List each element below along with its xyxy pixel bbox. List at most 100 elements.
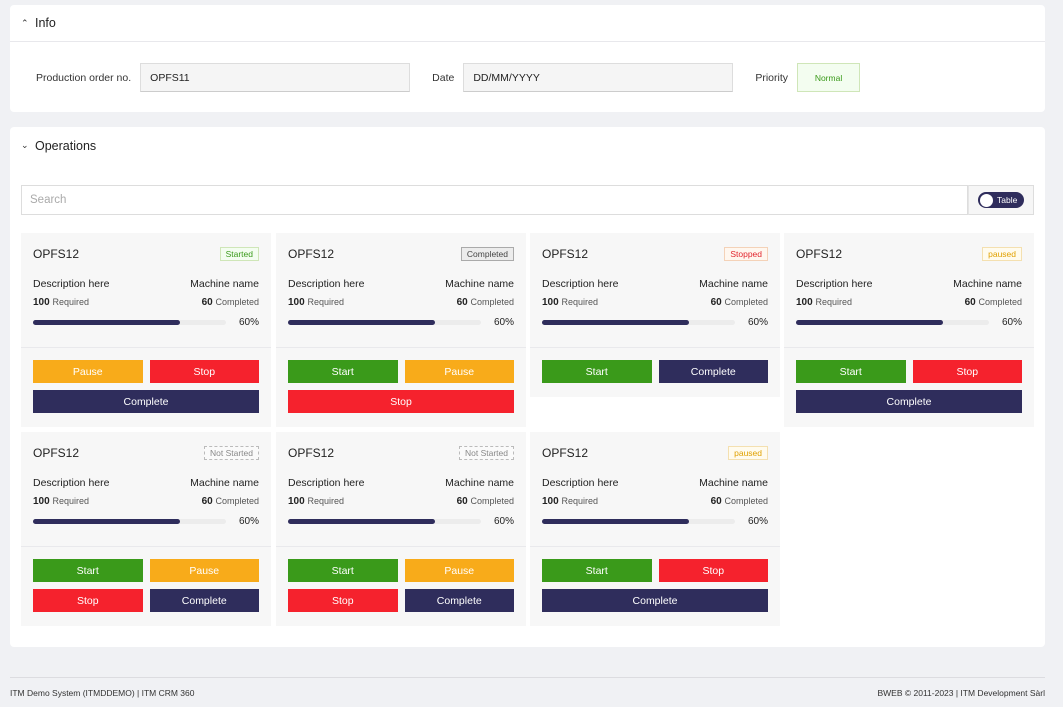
progress-track (288, 519, 481, 524)
order-label: Production order no. (36, 71, 132, 84)
operation-description: Description here (33, 278, 110, 290)
operation-title: OPFS12 (288, 246, 335, 261)
completed-value: 60 (456, 496, 468, 507)
pause-button[interactable]: Pause (404, 360, 514, 383)
card-actions: Start Pause Stop Complete (276, 547, 526, 612)
search-input[interactable]: Search (21, 185, 968, 215)
completed-qty: 60 Completed (965, 297, 1022, 308)
completed-value: 60 (710, 297, 722, 308)
progress-percent: 60% (238, 317, 259, 328)
machine-name: Machine name (190, 278, 259, 290)
view-toggle-container: Table (968, 185, 1034, 215)
operation-card: OPFS12 Not Started Description here Mach… (21, 432, 271, 626)
priority-label: Priority (755, 71, 789, 84)
progress-percent: 60% (747, 516, 768, 527)
operation-description: Description here (288, 477, 365, 489)
operation-title: OPFS12 (542, 445, 589, 460)
required-qty: 100 Required (542, 297, 598, 308)
completed-label: Completed (978, 297, 1022, 307)
completed-value: 60 (201, 297, 213, 308)
complete-button[interactable]: Complete (149, 589, 259, 612)
stop-button[interactable]: Stop (288, 390, 514, 413)
stop-button[interactable]: Stop (33, 589, 143, 612)
status-badge: Not Started (459, 445, 514, 460)
stop-button[interactable]: Stop (288, 589, 398, 612)
required-qty: 100 Required (542, 496, 598, 507)
completed-value: 60 (201, 496, 213, 507)
stop-button[interactable]: Stop (658, 559, 768, 582)
chevron-down-icon[interactable]: ⌄ (21, 140, 35, 151)
progress-percent: 60% (493, 516, 514, 527)
card-actions: Start Pause Stop (276, 348, 526, 413)
progress-percent: 60% (1001, 317, 1022, 328)
operation-card: OPFS12 Not Started Description here Mach… (276, 432, 526, 626)
complete-button[interactable]: Complete (658, 360, 768, 383)
completed-label: Completed (470, 297, 514, 307)
date-field[interactable]: DD/MM/YYYY (463, 63, 734, 92)
card-actions: Start Stop Complete (784, 348, 1034, 413)
machine-name: Machine name (953, 278, 1022, 290)
progress-percent: 60% (493, 317, 514, 328)
footer-copyright: BWEB © 2011-2023 | ITM Development Sàrl (877, 688, 1045, 698)
progress-track (288, 320, 481, 325)
complete-button[interactable]: Complete (542, 589, 768, 612)
toggle-label: Table (997, 195, 1018, 205)
card-actions: Start Stop Complete (530, 547, 780, 612)
priority-select[interactable]: Normal (797, 63, 861, 92)
start-button[interactable]: Start (33, 559, 143, 582)
completed-qty: 60 Completed (711, 496, 768, 507)
operation-title: OPFS12 (33, 445, 80, 460)
start-button[interactable]: Start (542, 559, 652, 582)
pause-button[interactable]: Pause (404, 559, 514, 582)
completed-label: Completed (470, 496, 514, 506)
operation-title: OPFS12 (796, 246, 843, 261)
operations-title: Operations (35, 138, 97, 153)
progress-track (796, 320, 989, 325)
operations-panel: ⌄ Operations Search Table OPFS12 Started… (10, 127, 1045, 647)
complete-button[interactable]: Complete (796, 390, 1022, 413)
machine-name: Machine name (445, 278, 514, 290)
status-badge: paused (982, 246, 1022, 261)
progress-fill (542, 519, 689, 524)
progress-track (33, 519, 226, 524)
status-badge: paused (728, 445, 768, 460)
stop-button[interactable]: Stop (912, 360, 1022, 383)
required-label: Required (561, 496, 598, 506)
progress-track (542, 320, 735, 325)
progress-fill (288, 519, 435, 524)
start-button[interactable]: Start (542, 360, 652, 383)
required-value: 100 (33, 496, 50, 507)
card-actions: Start Pause Stop Complete (21, 547, 271, 612)
pause-button[interactable]: Pause (33, 360, 143, 383)
info-panel: ⌃ Info Production order no. OPFS11 Date … (10, 5, 1045, 112)
card-actions: Start Complete (530, 348, 780, 383)
table-view-toggle[interactable]: Table (978, 192, 1024, 208)
operation-description: Description here (288, 278, 365, 290)
pause-button[interactable]: Pause (149, 559, 259, 582)
operation-title: OPFS12 (288, 445, 335, 460)
stop-button[interactable]: Stop (149, 360, 259, 383)
start-button[interactable]: Start (288, 559, 398, 582)
status-badge: Started (219, 246, 259, 261)
completed-qty: 60 Completed (457, 297, 514, 308)
info-title: Info (35, 16, 56, 30)
start-button[interactable]: Start (288, 360, 398, 383)
required-value: 100 (288, 496, 305, 507)
completed-qty: 60 Completed (202, 496, 259, 507)
operation-card: OPFS12 paused Description here Machine n… (784, 233, 1034, 427)
start-button[interactable]: Start (796, 360, 906, 383)
operation-card: OPFS12 Started Description here Machine … (21, 233, 271, 427)
operation-card: OPFS12 paused Description here Machine n… (530, 432, 780, 626)
chevron-up-icon[interactable]: ⌃ (21, 18, 35, 29)
order-field[interactable]: OPFS11 (140, 63, 411, 92)
required-qty: 100 Required (288, 496, 344, 507)
complete-button[interactable]: Complete (33, 390, 259, 413)
operations-panel-header[interactable]: ⌄ Operations (10, 127, 1045, 164)
completed-qty: 60 Completed (711, 297, 768, 308)
machine-name: Machine name (699, 477, 768, 489)
required-value: 100 (796, 297, 813, 308)
required-label: Required (52, 496, 89, 506)
required-qty: 100 Required (288, 297, 344, 308)
info-panel-header[interactable]: ⌃ Info (10, 5, 1045, 42)
complete-button[interactable]: Complete (404, 589, 514, 612)
